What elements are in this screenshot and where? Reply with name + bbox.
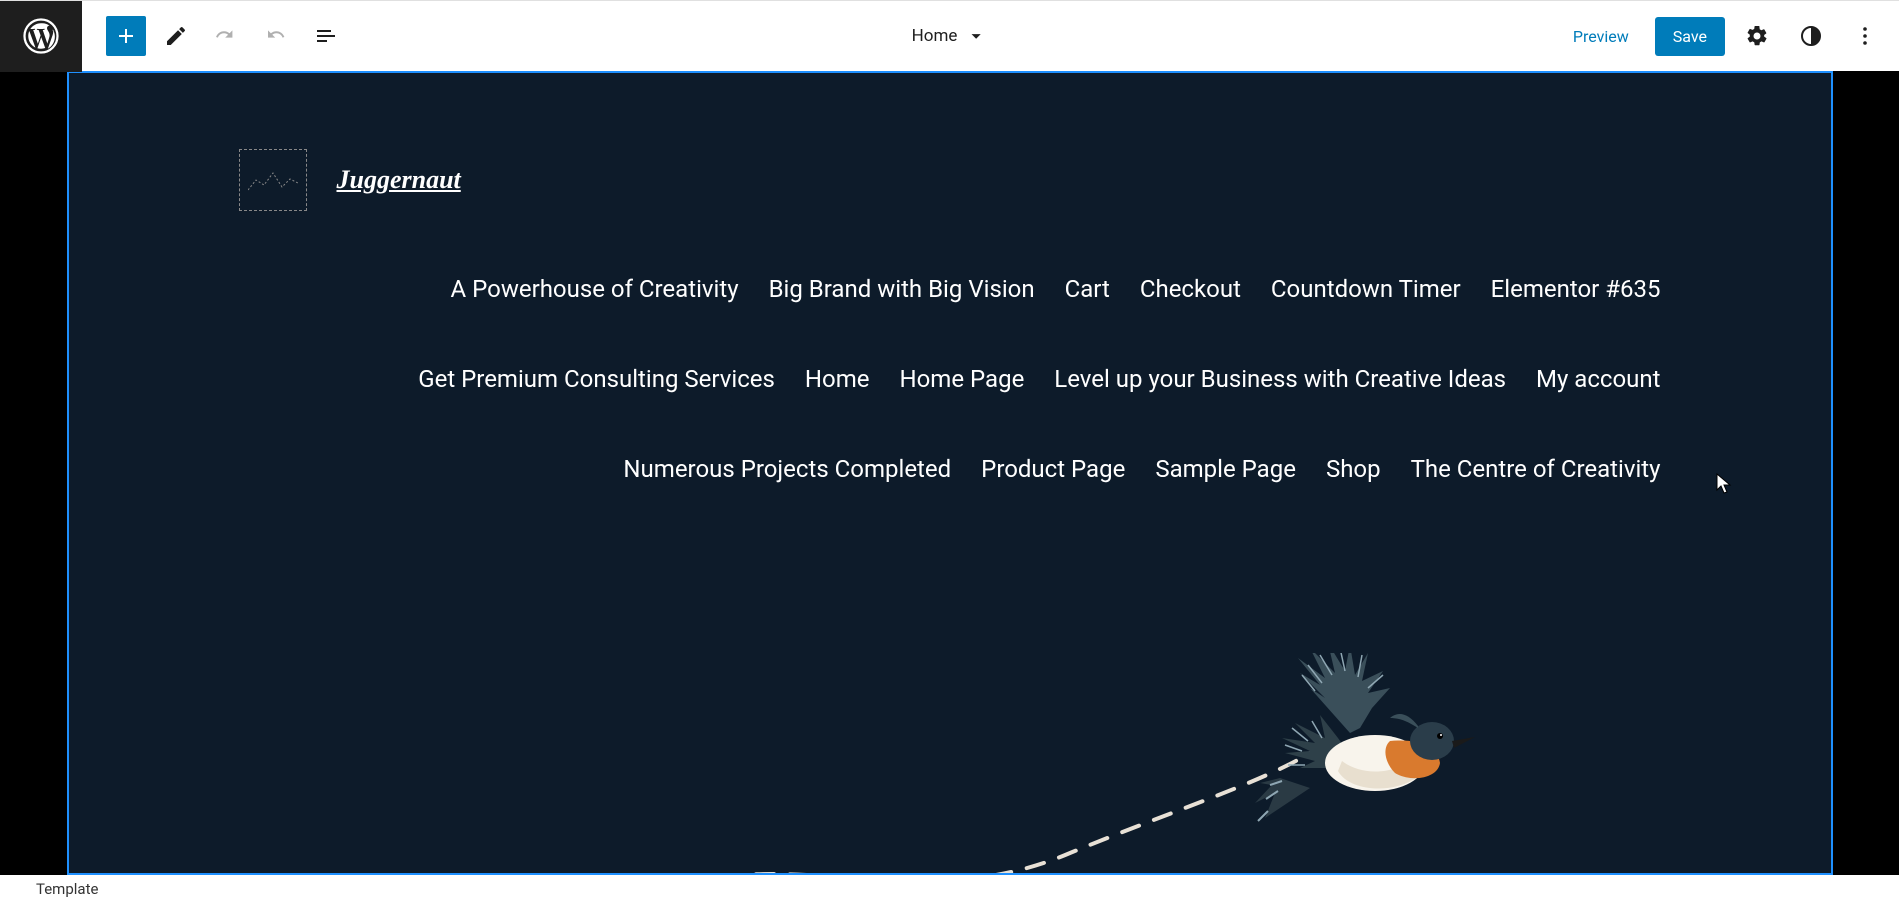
bird-path-illustration bbox=[289, 653, 1731, 875]
document-overview-button[interactable] bbox=[306, 16, 346, 56]
document-title-dropdown[interactable]: Home bbox=[912, 25, 988, 47]
chevron-down-icon bbox=[965, 25, 987, 47]
save-button[interactable]: Save bbox=[1655, 17, 1725, 56]
nav-item[interactable]: Numerous Projects Completed bbox=[623, 439, 951, 499]
nav-item[interactable]: My account bbox=[1536, 349, 1660, 409]
mouse-cursor-icon bbox=[1716, 473, 1732, 495]
toolbar-left-group bbox=[106, 16, 346, 56]
nav-item[interactable]: Big Brand with Big Vision bbox=[769, 259, 1035, 319]
nav-item[interactable]: Cart bbox=[1065, 259, 1110, 319]
editor-canvas[interactable]: Juggernaut A Powerhouse of Creativity Bi… bbox=[67, 71, 1833, 875]
nav-item[interactable]: A Powerhouse of Creativity bbox=[451, 259, 739, 319]
nav-item[interactable]: Elementor #635 bbox=[1491, 259, 1661, 319]
hero-illustration bbox=[289, 653, 1731, 875]
plus-icon bbox=[114, 24, 138, 48]
nav-item[interactable]: Checkout bbox=[1140, 259, 1241, 319]
editor-topbar: Home Preview Save bbox=[0, 0, 1899, 71]
add-block-button[interactable] bbox=[106, 16, 146, 56]
primary-nav: A Powerhouse of Creativity Big Brand wit… bbox=[239, 259, 1661, 499]
gear-icon bbox=[1745, 24, 1769, 48]
redo-button[interactable] bbox=[256, 16, 296, 56]
options-button[interactable] bbox=[1843, 14, 1887, 58]
contrast-icon bbox=[1799, 24, 1823, 48]
statusbar-label: Template bbox=[36, 880, 98, 898]
wordpress-logo-button[interactable] bbox=[0, 1, 82, 72]
toolbar-right-group: Preview Save bbox=[1557, 14, 1887, 58]
styles-button[interactable] bbox=[1789, 14, 1833, 58]
nav-item[interactable]: Home bbox=[805, 349, 870, 409]
preview-link[interactable]: Preview bbox=[1557, 17, 1645, 56]
nav-item[interactable]: Product Page bbox=[981, 439, 1125, 499]
nav-item[interactable]: Countdown Timer bbox=[1271, 259, 1461, 319]
nav-item[interactable]: Get Premium Consulting Services bbox=[418, 349, 775, 409]
nav-item[interactable]: Home Page bbox=[899, 349, 1024, 409]
redo-icon bbox=[264, 24, 288, 48]
editor-statusbar: Template bbox=[0, 875, 1899, 902]
nav-item[interactable]: The Centre of Creativity bbox=[1411, 439, 1661, 499]
edit-tool-button[interactable] bbox=[156, 16, 196, 56]
site-header-block: Juggernaut A Powerhouse of Creativity Bi… bbox=[69, 73, 1831, 499]
image-placeholder-icon bbox=[248, 165, 298, 195]
nav-item[interactable]: Shop bbox=[1326, 439, 1381, 499]
nav-item[interactable]: Level up your Business with Creative Ide… bbox=[1054, 349, 1506, 409]
site-logo-placeholder[interactable] bbox=[239, 149, 307, 211]
editor-canvas-wrap: Juggernaut A Powerhouse of Creativity Bi… bbox=[0, 71, 1899, 875]
wordpress-icon bbox=[23, 18, 59, 54]
document-title: Home bbox=[912, 26, 958, 46]
nav-item[interactable]: Sample Page bbox=[1155, 439, 1296, 499]
more-vertical-icon bbox=[1853, 24, 1877, 48]
undo-button[interactable] bbox=[206, 16, 246, 56]
list-view-icon bbox=[314, 24, 338, 48]
pencil-icon bbox=[164, 24, 188, 48]
settings-button[interactable] bbox=[1735, 14, 1779, 58]
site-title-link[interactable]: Juggernaut bbox=[337, 165, 461, 195]
site-logo-row: Juggernaut bbox=[239, 149, 1661, 211]
undo-icon bbox=[214, 24, 238, 48]
